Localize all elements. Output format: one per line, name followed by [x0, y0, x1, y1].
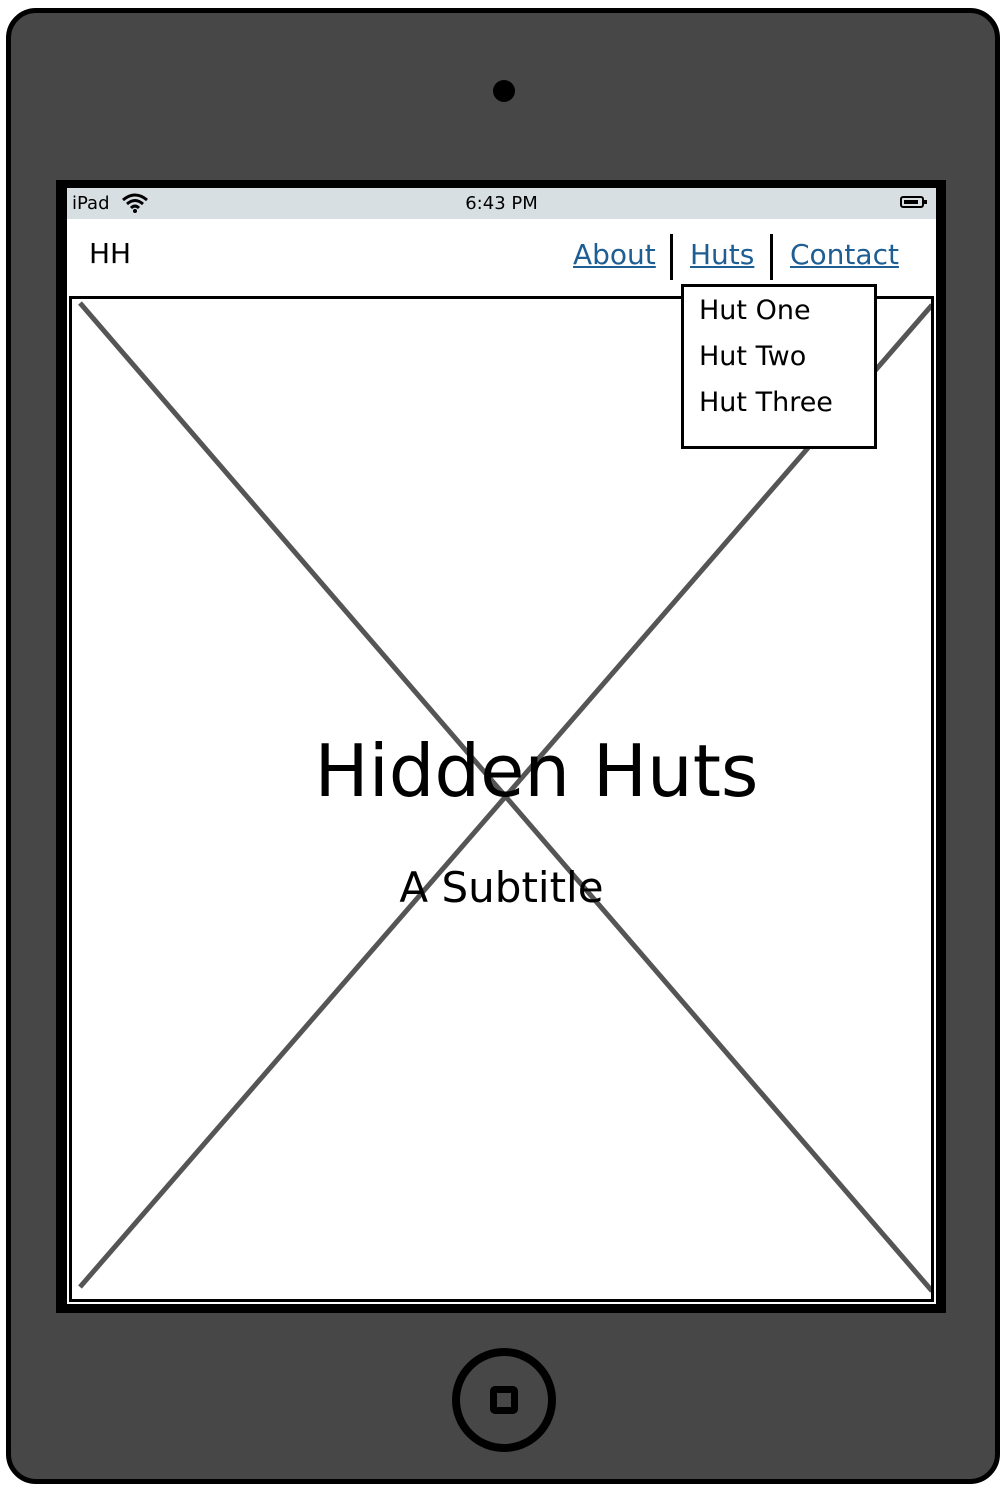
dropdown-item-hut-one[interactable]: Hut One	[699, 295, 811, 326]
camera-icon	[493, 80, 515, 102]
nav-separator	[670, 234, 673, 280]
screen: iPad 6:43 PM HH About Huts Contact Hidde…	[67, 188, 936, 1304]
status-time: 6:43 PM	[465, 193, 538, 214]
nav-separator	[770, 234, 773, 280]
dropdown-item-hut-three[interactable]: Hut Three	[699, 387, 833, 418]
home-square-icon	[490, 1386, 518, 1414]
nav-link-contact[interactable]: Contact	[790, 238, 899, 271]
hero-subtitle: A Subtitle	[399, 863, 604, 912]
brand-logo[interactable]: HH	[89, 237, 131, 270]
huts-dropdown-menu: Hut One Hut Two Hut Three	[681, 284, 877, 449]
nav-link-about[interactable]: About	[573, 238, 656, 271]
battery-icon	[900, 196, 927, 208]
home-button[interactable]	[452, 1348, 556, 1452]
status-bar: iPad 6:43 PM	[67, 188, 936, 219]
nav-link-huts[interactable]: Huts	[690, 238, 754, 271]
dropdown-item-hut-two[interactable]: Hut Two	[699, 341, 806, 372]
hero-title: Hidden Huts	[314, 729, 759, 813]
